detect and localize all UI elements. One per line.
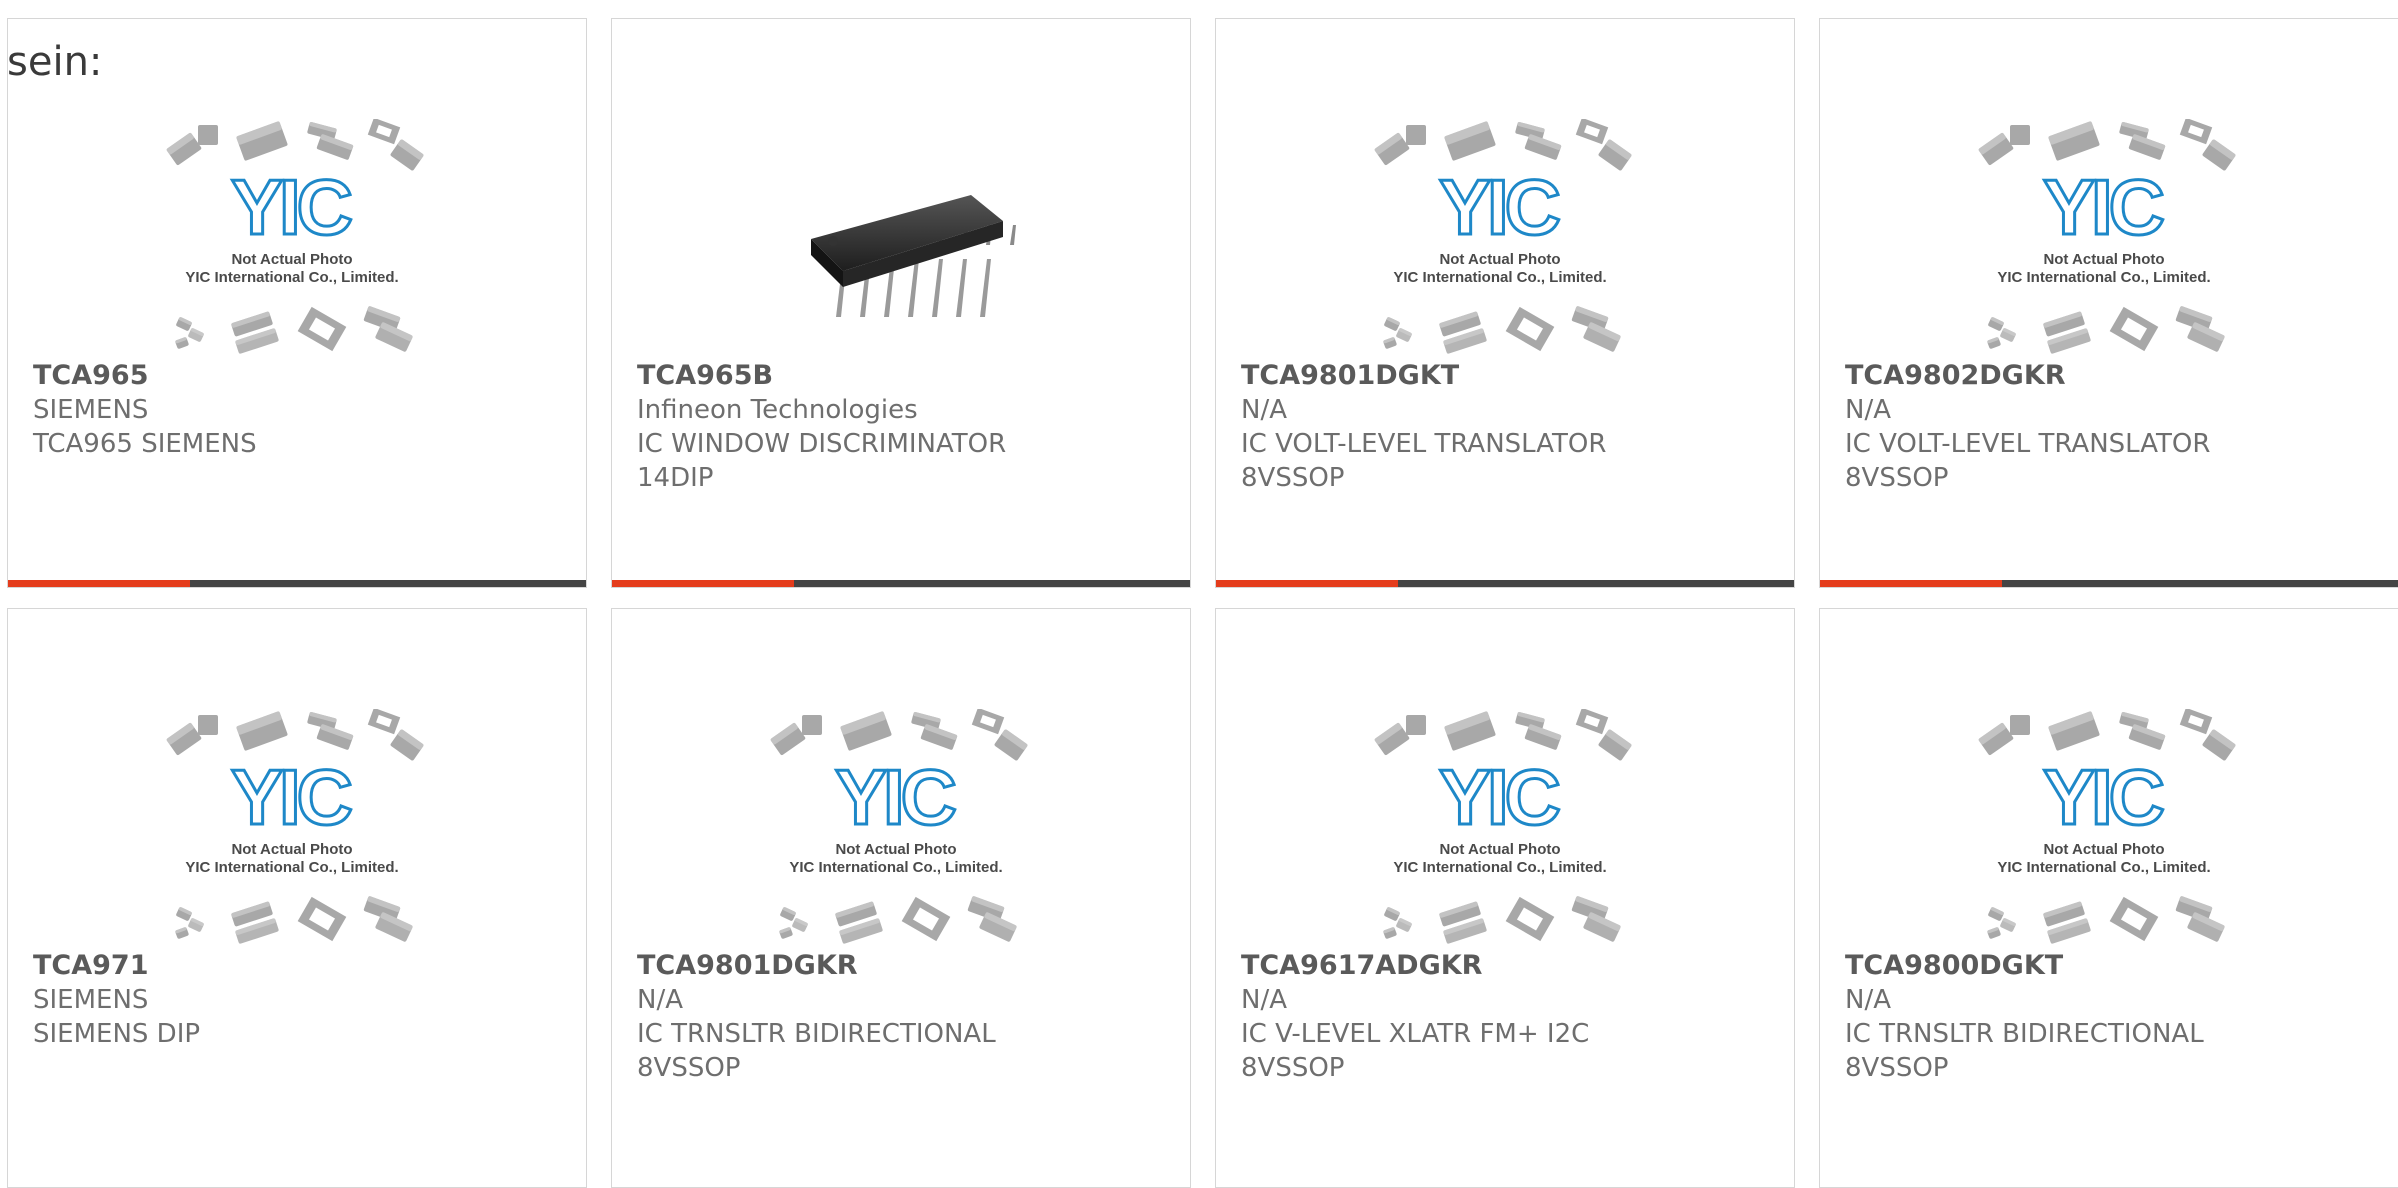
manufacturer: N/A [637, 985, 683, 1015]
card-accent [612, 580, 794, 587]
svg-text:Not Actual Photo: Not Actual Photo [231, 251, 352, 268]
description: IC TRNSLTR BIDIRECTIONAL [1845, 1019, 2204, 1049]
card-accent [8, 580, 190, 587]
part-number-link[interactable]: TCA9801DGKT [1241, 359, 1774, 393]
product-image-placeholder: YIC Not Actual Photo YIC International Co.… [1820, 104, 2398, 374]
product-image-placeholder: YIC Not Actual Photo YIC International Co.… [1216, 104, 1794, 374]
card-accent [1820, 580, 2002, 587]
card-bottom-bar [8, 580, 586, 587]
svg-text:YIC: YIC [835, 753, 956, 841]
product-card[interactable]: YIC Not Actual Photo YIC International Co.… [1819, 18, 2398, 588]
product-card[interactable]: YIC Not Actual Photo YIC International Co.… [1819, 608, 2398, 1188]
description: IC TRNSLTR BIDIRECTIONAL [637, 1019, 996, 1049]
package: 8VSSOP [1845, 1053, 1949, 1083]
card-bottom-bar [1820, 580, 2398, 587]
product-image-placeholder: YIC Not Actual Photo YIC International Co.… [1820, 694, 2398, 964]
svg-text:YIC: YIC [1439, 753, 1560, 841]
svg-text:YIC: YIC [231, 163, 352, 251]
svg-text:YIC International Co., Limited: YIC International Co., Limited. [1393, 859, 1606, 876]
product-card[interactable]: YIC Not Actual Photo YIC International Co.… [611, 608, 1191, 1188]
manufacturer: Infineon Technologies [637, 395, 918, 425]
manufacturer: N/A [1241, 985, 1287, 1015]
card-accent [1216, 580, 1398, 587]
svg-text:Not Actual Photo: Not Actual Photo [1439, 841, 1560, 858]
package: 8VSSOP [1241, 463, 1345, 493]
package: 8VSSOP [1845, 463, 1949, 493]
svg-text:YIC: YIC [231, 753, 352, 841]
product-card[interactable]: YIC Not Actual Photo YIC International Co.… [1215, 608, 1795, 1188]
description: IC VOLT-LEVEL TRANSLATOR [1845, 429, 2211, 459]
description: IC VOLT-LEVEL TRANSLATOR [1241, 429, 1607, 459]
product-photo [612, 104, 1190, 374]
manufacturer: SIEMENS [33, 395, 149, 425]
svg-text:YIC: YIC [2043, 163, 2164, 251]
manufacturer: N/A [1845, 985, 1891, 1015]
package: 14DIP [637, 463, 714, 493]
svg-text:YIC International Co., Limited: YIC International Co., Limited. [185, 269, 398, 286]
part-number-link[interactable]: TCA9802DGKR [1845, 359, 2388, 393]
part-number-link[interactable]: TCA965 [33, 359, 566, 393]
svg-text:YIC International Co., Limited: YIC International Co., Limited. [185, 859, 398, 876]
part-number-link[interactable]: TCA965B [637, 359, 1170, 393]
product-card[interactable]: YIC Not Actual Photo YIC International Co.… [1215, 18, 1795, 588]
description: IC V-LEVEL XLATR FM+ I2C [1241, 1019, 1590, 1049]
part-number-link[interactable]: TCA971 [33, 949, 566, 983]
product-image-placeholder: YIC Not Actual Photo YIC International Co.… [612, 694, 1190, 964]
svg-text:YIC: YIC [1439, 163, 1560, 251]
product-image-placeholder: YIC Not Actual Photo YIC International Co.… [8, 104, 586, 374]
card-bottom-bar [1216, 580, 1794, 587]
description: TCA965 SIEMENS [33, 429, 257, 459]
svg-text:Not Actual Photo: Not Actual Photo [231, 841, 352, 858]
part-number-link[interactable]: TCA9617ADGKR [1241, 949, 1774, 983]
description: SIEMENS DIP [33, 1019, 201, 1049]
svg-text:Not Actual Photo: Not Actual Photo [1439, 251, 1560, 268]
svg-text:Not Actual Photo: Not Actual Photo [2043, 251, 2164, 268]
manufacturer: N/A [1845, 395, 1891, 425]
package: 8VSSOP [637, 1053, 741, 1083]
manufacturer: SIEMENS [33, 985, 149, 1015]
svg-text:Not Actual Photo: Not Actual Photo [835, 841, 956, 858]
svg-text:YIC International Co., Limited: YIC International Co., Limited. [1997, 269, 2210, 286]
product-image-placeholder: YIC Not Actual Photo YIC International Co.… [8, 694, 586, 964]
svg-text:YIC: YIC [2043, 753, 2164, 841]
description: IC WINDOW DISCRIMINATOR [637, 429, 1007, 459]
product-card[interactable]: YIC Not Actual Photo YIC International Co.… [7, 608, 587, 1188]
svg-text:YIC International Co., Limited: YIC International Co., Limited. [789, 859, 1002, 876]
svg-text:YIC International Co., Limited: YIC International Co., Limited. [1997, 859, 2210, 876]
part-number-link[interactable]: TCA9801DGKR [637, 949, 1170, 983]
card-bottom-bar [612, 580, 1190, 587]
package: 8VSSOP [1241, 1053, 1345, 1083]
lead-text: sein: [7, 39, 103, 85]
product-image-placeholder: YIC Not Actual Photo YIC International Co.… [1216, 694, 1794, 964]
svg-text:YIC International Co., Limited: YIC International Co., Limited. [1393, 269, 1606, 286]
manufacturer: N/A [1241, 395, 1287, 425]
svg-text:Not Actual Photo: Not Actual Photo [2043, 841, 2164, 858]
product-card[interactable]: YIC Not Actual Photo YIC International Co.… [7, 18, 587, 588]
part-number-link[interactable]: TCA9800DGKT [1845, 949, 2388, 983]
product-card[interactable]: TCA965B Infineon Technologies IC WINDOW … [611, 18, 1191, 588]
